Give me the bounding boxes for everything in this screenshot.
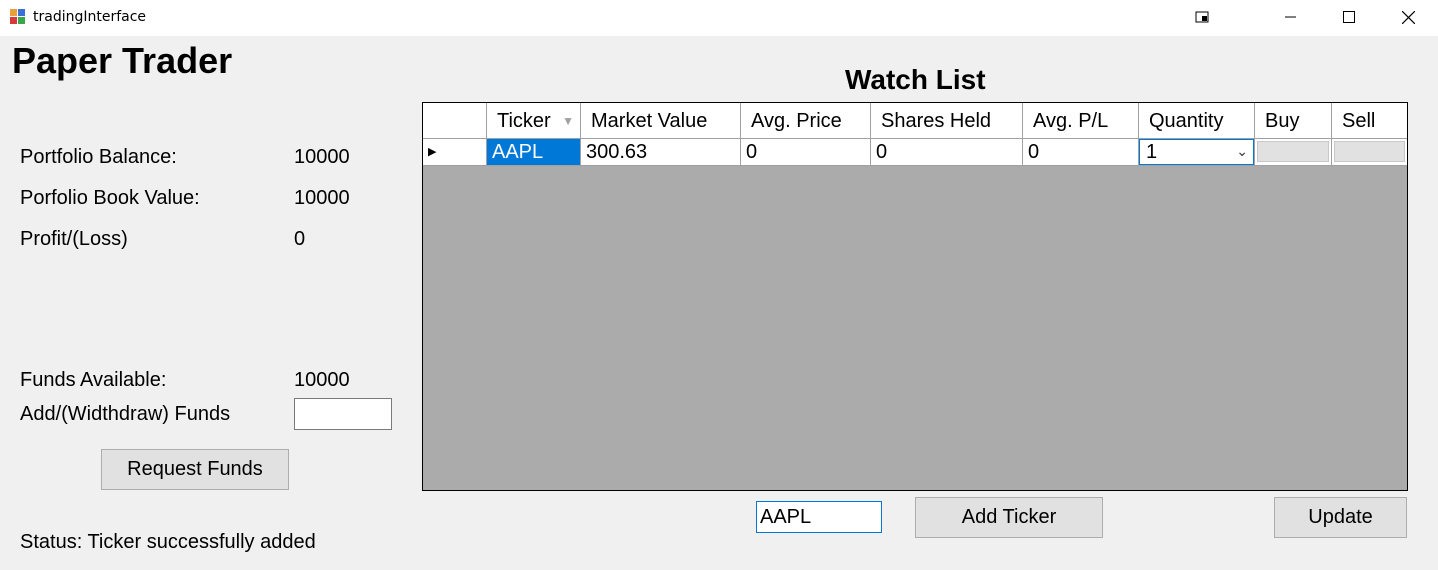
close-button[interactable] xyxy=(1379,0,1437,34)
column-header-label: Ticker xyxy=(497,110,551,132)
column-header-avg-pl[interactable]: Avg. P/L xyxy=(1023,103,1139,139)
ticker-input[interactable]: AAPL xyxy=(756,501,882,533)
portfolio-balance-value: 10000 xyxy=(294,146,350,168)
column-header-buy[interactable]: Buy xyxy=(1255,103,1332,139)
column-header-ticker[interactable]: Ticker ▼ xyxy=(487,103,581,139)
book-value-label: Porfolio Book Value: xyxy=(20,187,200,209)
update-button[interactable]: Update xyxy=(1274,497,1407,538)
column-header-quantity[interactable]: Quantity xyxy=(1139,103,1255,139)
funds-available-label: Funds Available: xyxy=(20,369,167,391)
app-heading: Paper Trader xyxy=(12,40,233,81)
add-withdraw-input[interactable] xyxy=(294,398,392,430)
ticker-cell[interactable]: AAPL xyxy=(487,139,581,166)
request-funds-button[interactable]: Request Funds xyxy=(101,449,289,490)
profit-loss-label: Profit/(Loss) xyxy=(20,228,128,250)
maximize-icon xyxy=(1343,11,1355,23)
column-header-sell[interactable]: Sell xyxy=(1332,103,1407,139)
app-window: tradingInterface Paper Trader Portfolio … xyxy=(0,0,1438,570)
row-header-corner xyxy=(423,103,487,139)
quantity-dropdown[interactable]: 1 ⌄ xyxy=(1139,139,1254,165)
minimize-button[interactable] xyxy=(1262,0,1320,34)
window-title: tradingInterface xyxy=(33,9,147,25)
book-value-value: 10000 xyxy=(294,187,350,209)
watch-list-title: Watch List xyxy=(845,64,986,95)
portfolio-balance-label: Portfolio Balance: xyxy=(20,146,177,168)
funds-available-value: 10000 xyxy=(294,369,350,391)
close-icon xyxy=(1401,10,1415,24)
current-row-arrow-icon[interactable]: ▶ xyxy=(423,139,487,166)
sell-cell[interactable] xyxy=(1332,139,1407,166)
maximize-button[interactable] xyxy=(1320,0,1378,34)
snap-layout-button[interactable] xyxy=(1173,0,1231,34)
app-window-icon xyxy=(10,9,26,25)
title-bar: tradingInterface xyxy=(0,0,1438,36)
add-withdraw-label: Add/(Widthdraw) Funds xyxy=(20,403,231,425)
quantity-value: 1 xyxy=(1146,141,1158,163)
profit-loss-value: 0 xyxy=(294,228,306,250)
grid-header: Ticker ▼ Market Value Avg. Price Shares … xyxy=(423,103,1407,139)
table-row[interactable]: ▶ AAPL 300.63 0 0 0 1 ⌄ xyxy=(423,139,1407,166)
avg-pl-cell[interactable]: 0 xyxy=(1023,139,1139,166)
sell-button[interactable] xyxy=(1334,141,1405,162)
quantity-cell[interactable]: 1 ⌄ xyxy=(1139,139,1255,166)
chevron-down-icon: ⌄ xyxy=(1236,143,1248,159)
shares-held-cell[interactable]: 0 xyxy=(871,139,1023,166)
column-header-shares-held[interactable]: Shares Held xyxy=(871,103,1023,139)
buy-button[interactable] xyxy=(1257,141,1329,162)
snap-layout-icon xyxy=(1195,11,1209,23)
status-text: Status: Ticker successfully added xyxy=(20,531,316,553)
minimize-icon xyxy=(1285,16,1296,18)
market-value-cell[interactable]: 300.63 xyxy=(581,139,741,166)
sort-arrow-icon: ▼ xyxy=(562,114,574,128)
avg-price-cell[interactable]: 0 xyxy=(741,139,871,166)
buy-cell[interactable] xyxy=(1255,139,1332,166)
column-header-market-value[interactable]: Market Value xyxy=(581,103,741,139)
column-header-avg-price[interactable]: Avg. Price xyxy=(741,103,871,139)
add-ticker-button[interactable]: Add Ticker xyxy=(915,497,1103,538)
watch-list-grid[interactable]: Ticker ▼ Market Value Avg. Price Shares … xyxy=(422,102,1408,491)
